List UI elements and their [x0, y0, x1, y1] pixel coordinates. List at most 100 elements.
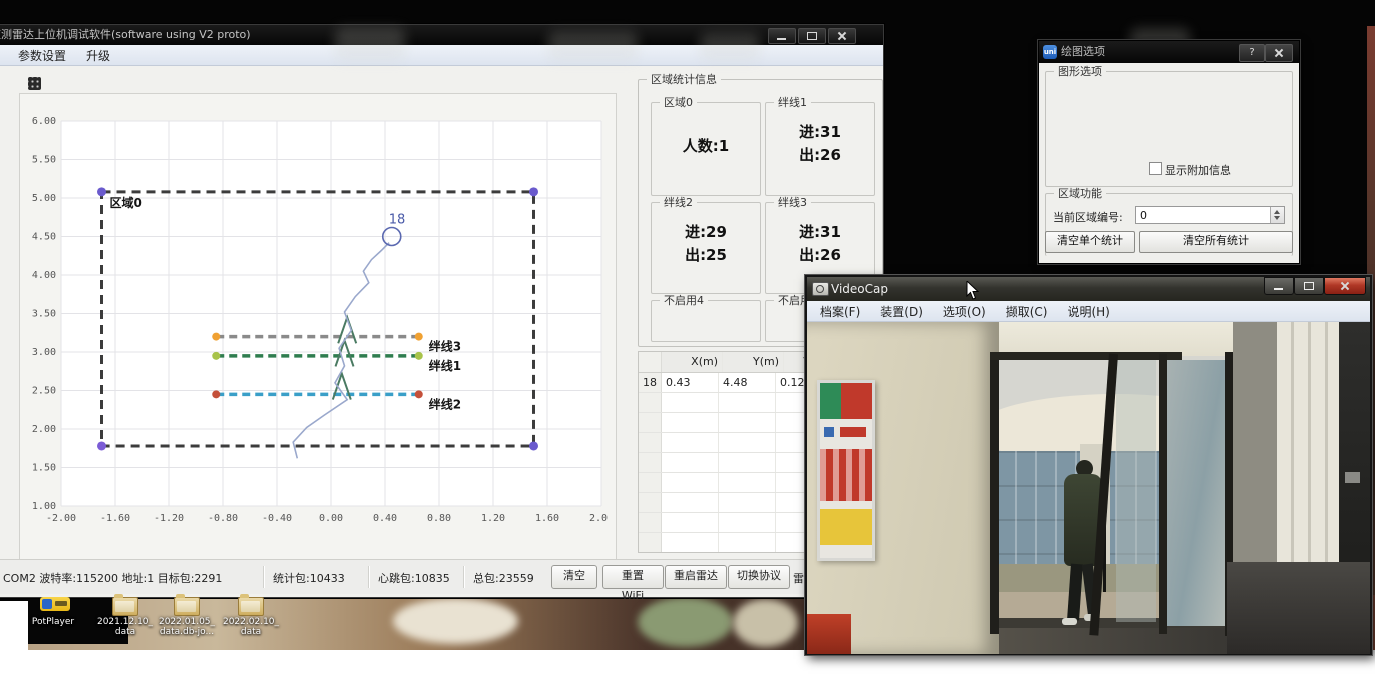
- row-header-cell: [639, 413, 662, 432]
- desktop-icon-label-line: 2022.01.05_: [152, 617, 222, 627]
- dialog-app-icon: uni: [1043, 45, 1057, 59]
- videocap-menu-item[interactable]: 选项(O): [934, 302, 995, 321]
- camera-frame: [807, 322, 1370, 654]
- red-box: [807, 614, 851, 654]
- current-region-spinner[interactable]: [1270, 207, 1284, 223]
- poster-detail: [824, 427, 834, 437]
- stat-box: 区域0人数:1: [651, 102, 761, 196]
- y-tick-label: 3.00: [32, 347, 56, 358]
- stat-box-label: 绊线2: [660, 196, 697, 209]
- poster-header: [820, 383, 872, 419]
- menu-item[interactable]: 参数设置: [9, 46, 75, 65]
- trip-line-endpoint: [415, 352, 423, 360]
- poster-detail: [840, 427, 866, 437]
- x-tick-label: -2.00: [46, 513, 76, 524]
- videocap-menu-item[interactable]: 装置(D): [871, 302, 932, 321]
- table-corner-cell: [639, 352, 662, 372]
- stat-box-values: 进:31出:26: [766, 121, 874, 168]
- potplayer-icon[interactable]: [40, 597, 70, 611]
- videocap-menubar: 档案(F)装置(D)选项(O)撷取(C)说明(H): [807, 301, 1370, 322]
- desktop-icon-label-line: 2022.02.10_: [216, 617, 286, 627]
- videocap-maximize-button[interactable]: [1294, 277, 1324, 295]
- status-bar: COM2 波特率:115200 地址:1 目标包:2291 统计包:10433 …: [0, 559, 883, 594]
- chart-tab-icon[interactable]: [28, 77, 41, 90]
- videocap-menu-item[interactable]: 说明(H): [1058, 302, 1118, 321]
- clear-all-stats-button[interactable]: 清空所有统计: [1139, 231, 1293, 253]
- trip-line-endpoint: [415, 333, 423, 341]
- dialog-close-button[interactable]: [1265, 44, 1293, 62]
- row-header-cell: [639, 513, 662, 532]
- stats-panel-title: 区域统计信息: [647, 73, 721, 86]
- help-button[interactable]: ?: [1239, 44, 1265, 62]
- region-corner-dot: [97, 187, 106, 196]
- table-cell: [719, 533, 776, 552]
- trip-line-endpoint: [212, 333, 220, 341]
- main-titlebar[interactable]: 员监测雷达上位机调试软件(software using V2 proto): [0, 25, 883, 45]
- current-region-input[interactable]: 0: [1135, 206, 1285, 224]
- y-tick-label: 4.00: [32, 270, 56, 281]
- stat-box-label: 绊线1: [774, 96, 811, 109]
- show-extra-info-checkbox[interactable]: [1149, 162, 1162, 175]
- y-tick-label: 6.00: [32, 116, 56, 127]
- menu-item[interactable]: 升级: [77, 46, 119, 65]
- radar-plot[interactable]: -2.00-1.60-1.20-0.80-0.400.000.400.801.2…: [23, 101, 608, 531]
- maximize-icon: [807, 32, 817, 40]
- dialog-titlebar[interactable]: uni 绘图选项 ?: [1039, 41, 1299, 63]
- folder-icon[interactable]: [174, 597, 200, 616]
- table-cell: [719, 473, 776, 492]
- maximize-icon: [1304, 282, 1314, 290]
- videocap-app-icon: [812, 282, 829, 296]
- region-function-group-title: 区域功能: [1054, 187, 1106, 200]
- folder-icon[interactable]: [112, 597, 138, 616]
- stat-box: 不启用4: [651, 300, 761, 342]
- clear-button[interactable]: 清空: [551, 565, 597, 589]
- restart-radar-button[interactable]: 重启雷达: [665, 565, 727, 589]
- region-label: 区域0: [110, 195, 142, 210]
- maximize-button[interactable]: [798, 28, 826, 44]
- x-tick-label: 1.20: [481, 513, 505, 524]
- status-segment: 总包:23559: [473, 570, 534, 586]
- door-glass: [1116, 360, 1156, 622]
- desktop-icon-label: 2022.01.05_data.db-jo...: [152, 617, 222, 637]
- indoor-floor-right: [1227, 562, 1370, 654]
- switch-protocol-button[interactable]: 切换协议: [728, 565, 790, 589]
- reset-wifi-button[interactable]: 重置WiFi: [602, 565, 664, 589]
- door-frame-left: [990, 352, 999, 634]
- y-tick-label: 1.00: [32, 501, 56, 512]
- videocap-minimize-button[interactable]: [1264, 277, 1294, 295]
- close-button[interactable]: [828, 28, 856, 44]
- minimize-icon: [1274, 288, 1283, 290]
- y-tick-label: 2.00: [32, 424, 56, 435]
- wallpaper-blur: [393, 598, 518, 644]
- row-header-cell: [639, 473, 662, 492]
- row-header-cell: [639, 493, 662, 512]
- main-caption-buttons: [768, 28, 856, 44]
- row-header-cell: [639, 433, 662, 452]
- x-tick-label: 2.00: [589, 513, 608, 524]
- desktop-icon-label-line: 2021.12.10_: [90, 617, 160, 627]
- desktop-icon-label-line: PotPlayer: [18, 617, 88, 627]
- screen: PotPlayer2021.12.10_data2022.01.05_data.…: [0, 0, 1375, 679]
- table-header-cell: Y(m): [723, 352, 784, 372]
- clear-single-stat-button[interactable]: 清空单个统计: [1045, 231, 1135, 253]
- videocap-menu-item[interactable]: 档案(F): [811, 302, 869, 321]
- folder-icon[interactable]: [238, 597, 264, 616]
- stat-box-label: 区域0: [660, 96, 697, 109]
- stat-box-label: 不启用4: [660, 294, 708, 307]
- videocap-close-button[interactable]: [1324, 277, 1366, 295]
- table-cell: [662, 493, 719, 512]
- table-cell: [662, 393, 719, 412]
- minimize-button[interactable]: [768, 28, 796, 44]
- videocap-titlebar[interactable]: VideoCap: [807, 277, 1370, 301]
- table-cell: [719, 433, 776, 452]
- menu-item[interactable]: 口: [0, 46, 7, 65]
- show-extra-info-label: 显示附加信息: [1165, 162, 1231, 180]
- region-corner-dot: [529, 441, 538, 450]
- videocap-menu-item[interactable]: 撷取(C): [997, 302, 1057, 321]
- status-segment: 心跳包:10835: [378, 570, 450, 586]
- main-menubar: 口参数设置升级: [0, 45, 883, 66]
- stat-box-values: 进:29出:25: [652, 221, 760, 268]
- table-cell: [662, 453, 719, 472]
- status-separator: [263, 566, 264, 588]
- pillar-fixture: [1345, 472, 1360, 483]
